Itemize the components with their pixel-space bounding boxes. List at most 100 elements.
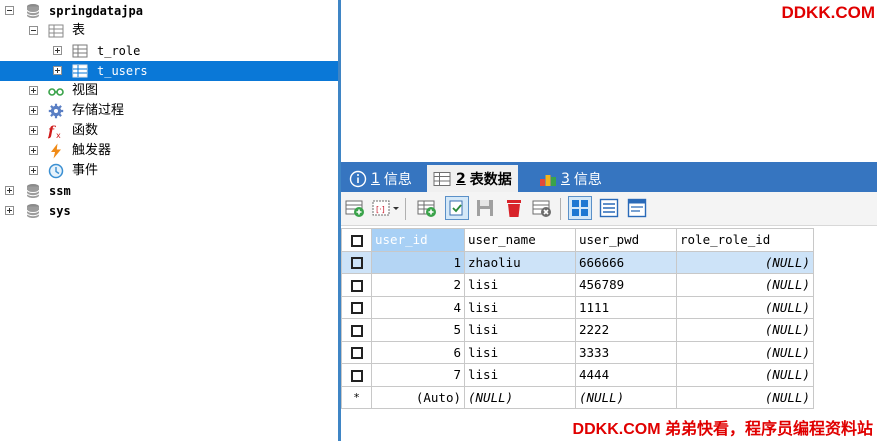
toolbar-separator bbox=[405, 198, 406, 220]
column-header[interactable]: user_name bbox=[464, 228, 576, 252]
column-header[interactable]: user_id bbox=[371, 228, 465, 252]
save-icon[interactable] bbox=[475, 198, 495, 218]
tree-node-procedures[interactable]: 存储过程 bbox=[0, 101, 338, 121]
cell-user-name[interactable]: lisi bbox=[464, 340, 576, 364]
tree-node-t-role[interactable]: t_role bbox=[0, 41, 338, 61]
tree-node-sys[interactable]: sys bbox=[0, 201, 338, 221]
table-row[interactable]: 5 lisi 2222 (NULL) bbox=[341, 318, 814, 342]
cell-user-pwd[interactable]: 2222 bbox=[575, 318, 677, 342]
tree-node-tables[interactable]: 表 bbox=[0, 21, 338, 41]
tree-label: 视图 bbox=[72, 83, 99, 98]
tab-info-1[interactable]: 1 信息 bbox=[343, 165, 418, 192]
tree-node-events[interactable]: 事件 bbox=[0, 161, 338, 181]
tree-node-springdatajpa[interactable]: springdatajpa bbox=[0, 1, 338, 21]
cell-user-name[interactable]: lisi bbox=[464, 318, 576, 342]
table-row[interactable]: 6 lisi 3333 (NULL) bbox=[341, 340, 814, 364]
cell-user-pwd[interactable]: 456789 bbox=[575, 273, 677, 297]
cell-user-id[interactable]: 7 bbox=[371, 363, 465, 387]
tree-node-t-users[interactable]: t_users bbox=[0, 61, 338, 81]
cell-user-id[interactable]: 6 bbox=[371, 340, 465, 364]
new-row[interactable]: * (Auto) (NULL) (NULL) (NULL) bbox=[341, 385, 814, 409]
cell-user-pwd[interactable]: 3333 bbox=[575, 340, 677, 364]
tree-label: 表 bbox=[72, 23, 86, 38]
expand-toggle-icon[interactable] bbox=[53, 46, 62, 55]
expand-toggle-icon[interactable] bbox=[29, 106, 38, 115]
row-format-dropdown-icon[interactable]: [·] bbox=[372, 198, 400, 218]
glasses-icon bbox=[48, 88, 64, 96]
column-header[interactable]: role_role_id bbox=[676, 228, 814, 252]
form-view-icon[interactable] bbox=[599, 198, 619, 218]
tree-label: springdatajpa bbox=[49, 4, 143, 18]
copy-row-icon[interactable] bbox=[445, 196, 469, 220]
delete-icon[interactable] bbox=[504, 198, 524, 218]
table-row[interactable]: 4 lisi 1111 (NULL) bbox=[341, 295, 814, 319]
insert-row-icon[interactable] bbox=[345, 198, 365, 218]
tab-label: 信息 bbox=[383, 171, 412, 188]
cell-user-id[interactable]: 5 bbox=[371, 318, 465, 342]
expand-toggle-icon[interactable] bbox=[5, 186, 14, 195]
cell-user-id[interactable]: 1 bbox=[371, 250, 465, 274]
tab-info-3[interactable]: 3 信息 bbox=[533, 165, 608, 192]
cell-user-pwd[interactable]: 666666 bbox=[575, 250, 677, 274]
collapse-toggle-icon[interactable] bbox=[29, 26, 38, 35]
database-icon bbox=[26, 204, 40, 218]
tree-node-triggers[interactable]: 触发器 bbox=[0, 141, 338, 161]
watermark-top: DDKK.COM bbox=[781, 3, 876, 22]
cell-user-pwd[interactable]: 1111 bbox=[575, 295, 677, 319]
row-checkbox[interactable] bbox=[341, 363, 372, 387]
select-all-checkbox[interactable] bbox=[341, 228, 372, 252]
cell-user-name[interactable]: lisi bbox=[464, 273, 576, 297]
expand-toggle-icon[interactable] bbox=[53, 66, 62, 75]
table-folder-icon bbox=[48, 24, 64, 38]
cell-user-name[interactable]: (NULL) bbox=[464, 385, 576, 409]
cell-user-name[interactable]: lisi bbox=[464, 295, 576, 319]
collapse-toggle-icon[interactable] bbox=[5, 6, 14, 15]
tree-node-ssm[interactable]: ssm bbox=[0, 181, 338, 201]
row-checkbox[interactable] bbox=[341, 318, 372, 342]
cell-role-role-id[interactable]: (NULL) bbox=[676, 385, 814, 409]
tab-table-data[interactable]: 2 表数据 bbox=[427, 165, 518, 192]
expand-toggle-icon[interactable] bbox=[29, 126, 38, 135]
cell-user-id[interactable]: 4 bbox=[371, 295, 465, 319]
tree-label: 事件 bbox=[72, 163, 99, 178]
row-checkbox[interactable] bbox=[341, 250, 372, 274]
cell-role-role-id[interactable]: (NULL) bbox=[676, 273, 814, 297]
cell-user-pwd[interactable]: (NULL) bbox=[575, 385, 677, 409]
tab-label: 表数据 bbox=[469, 171, 512, 188]
cell-user-pwd[interactable]: 4444 bbox=[575, 363, 677, 387]
cell-user-id[interactable]: 2 bbox=[371, 273, 465, 297]
cell-user-name[interactable]: zhaoliu bbox=[464, 250, 576, 274]
row-checkbox[interactable] bbox=[341, 340, 372, 364]
table-row[interactable]: 2 lisi 456789 (NULL) bbox=[341, 273, 814, 297]
table-data-icon bbox=[433, 171, 451, 186]
cell-role-role-id[interactable]: (NULL) bbox=[676, 295, 814, 319]
expand-toggle-icon[interactable] bbox=[5, 206, 14, 215]
cell-role-role-id[interactable]: (NULL) bbox=[676, 340, 814, 364]
expand-toggle-icon[interactable] bbox=[29, 166, 38, 175]
tree-label: 存储过程 bbox=[72, 103, 125, 118]
cell-user-name[interactable]: lisi bbox=[464, 363, 576, 387]
expand-toggle-icon[interactable] bbox=[29, 86, 38, 95]
tree-node-functions[interactable]: f x 函数 bbox=[0, 121, 338, 141]
add-row-icon[interactable] bbox=[417, 198, 437, 218]
tab-label: 信息 bbox=[573, 171, 602, 188]
cell-role-role-id[interactable]: (NULL) bbox=[676, 318, 814, 342]
cell-role-role-id[interactable]: (NULL) bbox=[676, 250, 814, 274]
table-icon bbox=[72, 64, 88, 78]
chart-info-icon bbox=[540, 174, 556, 186]
clock-icon bbox=[48, 163, 64, 179]
cell-user-id[interactable]: (Auto) bbox=[371, 385, 465, 409]
column-header[interactable]: user_pwd bbox=[575, 228, 677, 252]
table-row[interactable]: 7 lisi 4444 (NULL) bbox=[341, 363, 814, 387]
row-checkbox[interactable] bbox=[341, 295, 372, 319]
expand-toggle-icon[interactable] bbox=[29, 146, 38, 155]
cell-role-role-id[interactable]: (NULL) bbox=[676, 363, 814, 387]
text-view-icon[interactable] bbox=[627, 198, 647, 218]
cancel-changes-icon[interactable] bbox=[532, 198, 552, 218]
grid-view-icon[interactable] bbox=[568, 196, 592, 220]
toolbar-separator bbox=[560, 198, 561, 220]
table-row[interactable]: 1 zhaoliu 666666 (NULL) bbox=[341, 250, 814, 274]
tree-label: t_role bbox=[97, 44, 141, 58]
row-checkbox[interactable] bbox=[341, 273, 372, 297]
tree-node-views[interactable]: 视图 bbox=[0, 81, 338, 101]
